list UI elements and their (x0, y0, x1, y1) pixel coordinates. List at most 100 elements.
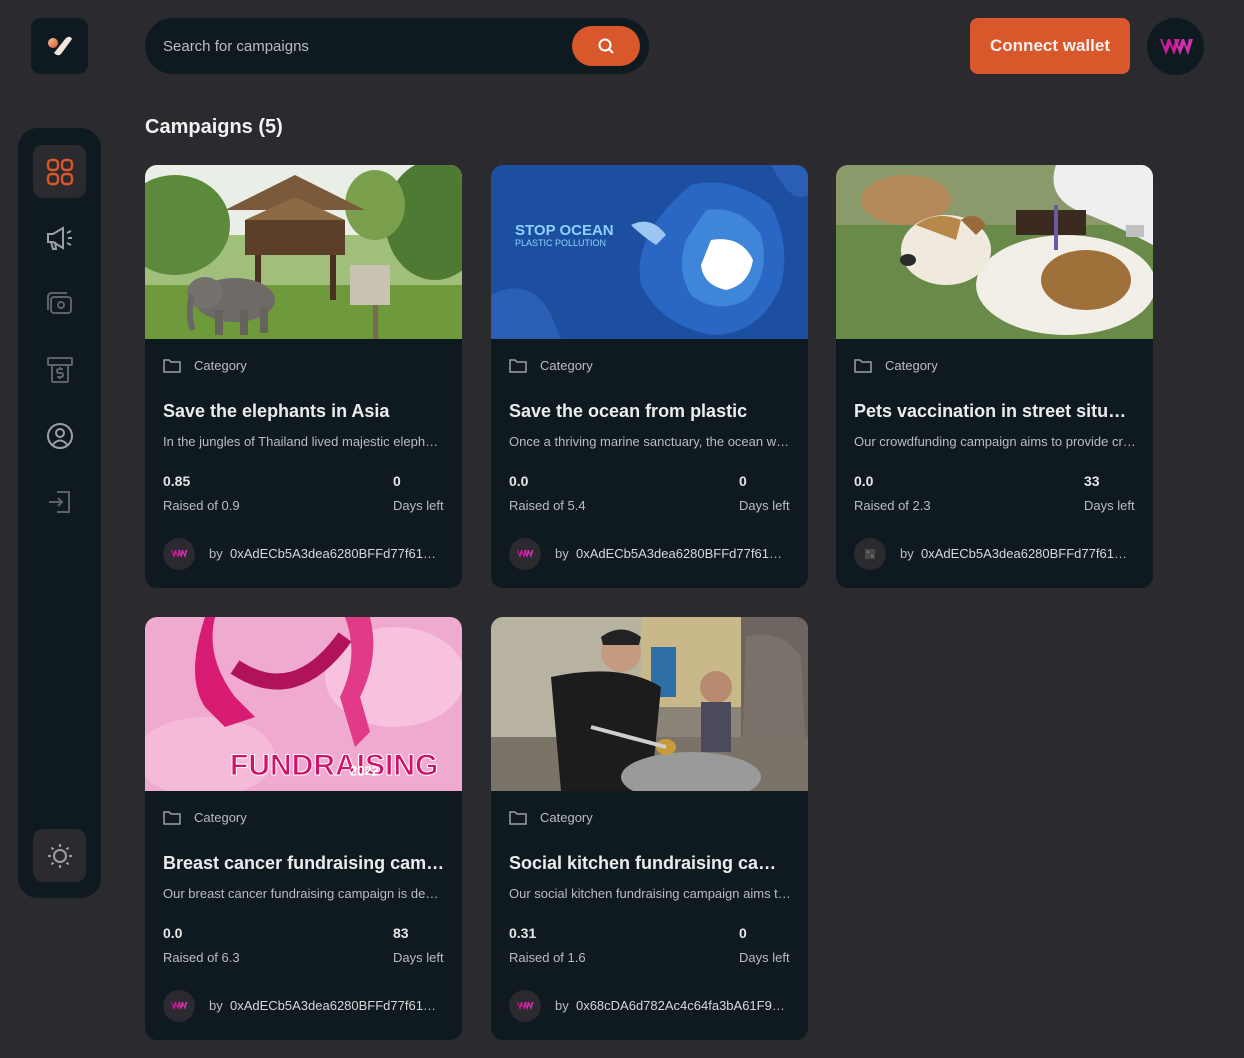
user-icon (46, 422, 73, 449)
campaign-card[interactable]: Category Pets vaccination in street situ… (836, 165, 1153, 588)
folder-icon (509, 811, 527, 825)
search-icon (598, 38, 614, 54)
svg-text:PLASTIC POLLUTION: PLASTIC POLLUTION (515, 238, 606, 248)
megaphone-icon (46, 225, 72, 250)
days-left-label: Days left (739, 950, 790, 965)
category-label: Category (885, 358, 938, 373)
raised-target: Raised of 6.3 (163, 950, 240, 965)
owner-avatar-icon (171, 550, 188, 558)
app-logo[interactable] (31, 18, 88, 74)
owner-avatar (163, 990, 195, 1022)
campaign-description: Our breast cancer fundraising campaign i… (163, 886, 445, 901)
sidebar-item-payment[interactable] (33, 277, 86, 330)
days-left-count: 0 (739, 925, 747, 941)
raised-amount: 0.0 (509, 473, 529, 489)
logo-icon (47, 36, 72, 56)
campaign-owner: by 0xAdECb5A3dea6280BFFd77f61C0e3a1f29D5… (900, 546, 1136, 561)
sidebar-item-profile[interactable] (33, 409, 86, 462)
sidebar (18, 128, 101, 898)
user-avatar-icon (1159, 38, 1193, 55)
campaign-image (491, 617, 808, 791)
svg-text:STOP OCEAN: STOP OCEAN (515, 222, 614, 239)
raised-amount: 0.0 (854, 473, 874, 489)
campaign-description: In the jungles of Thailand lived majesti… (163, 434, 445, 449)
profile-avatar[interactable] (1147, 18, 1204, 75)
owner-by-label: by (209, 998, 223, 1013)
category-label: Category (540, 358, 593, 373)
category-row: Category (163, 358, 247, 373)
days-left-count: 0 (739, 473, 747, 489)
dollar-icon (46, 356, 73, 383)
owner-avatar-icon (865, 549, 875, 559)
days-left-label: Days left (393, 950, 444, 965)
owner-by-label: by (900, 546, 914, 561)
raised-target: Raised of 5.4 (509, 498, 586, 513)
campaign-card[interactable]: Category Social kitchen fundraising camp… (491, 617, 808, 1040)
days-left-label: Days left (393, 498, 444, 513)
folder-icon (854, 359, 872, 373)
owner-avatar-icon (517, 550, 534, 558)
search-button[interactable] (572, 26, 640, 66)
campaign-title: Breast cancer fundraising campaign (163, 853, 445, 873)
owner-avatar (854, 538, 886, 570)
page-title: Campaigns (5) (145, 116, 283, 138)
folder-icon (163, 811, 181, 825)
owner-avatar (509, 538, 541, 570)
raised-amount: 0.31 (509, 925, 537, 941)
folder-icon (163, 359, 181, 373)
owner-by-label: by (555, 998, 569, 1013)
campaign-description: Once a thriving marine sanctuary, the oc… (509, 434, 791, 449)
owner-avatar (509, 990, 541, 1022)
owner-address: 0xAdECb5A3dea6280BFFd77f61C0e3a1f29D5e7f… (920, 546, 1136, 561)
owner-address: 0xAdECb5A3dea6280BFFd77f61C0e3a1f29D5e7f… (229, 998, 445, 1013)
campaign-card[interactable]: STOP OCEAN PLASTIC POLLUTION Category Sa… (491, 165, 808, 588)
category-label: Category (194, 810, 247, 825)
campaign-card[interactable]: Category Save the elephants in Asia In t… (145, 165, 462, 588)
search-bar (145, 18, 649, 74)
sidebar-item-logout[interactable] (33, 475, 86, 528)
svg-text:2022: 2022 (350, 763, 379, 778)
campaign-card[interactable]: FUNDRAISING 2022 Category Breast cancer … (145, 617, 462, 1040)
days-left-label: Days left (1084, 498, 1135, 513)
wallet-icon (46, 291, 72, 314)
campaign-image (836, 165, 1153, 339)
owner-by-label: by (555, 546, 569, 561)
owner-avatar-icon (171, 1002, 188, 1010)
sun-icon (47, 843, 72, 868)
sidebar-item-withdraw[interactable] (33, 343, 86, 396)
campaign-description: Our social kitchen fundraising campaign … (509, 886, 791, 901)
category-row: Category (509, 810, 593, 825)
owner-avatar-icon (517, 1002, 534, 1010)
campaign-title: Save the elephants in Asia (163, 401, 390, 421)
svg-text:FUNDRAISING: FUNDRAISING (230, 749, 438, 782)
raised-target: Raised of 0.9 (163, 498, 240, 513)
sidebar-item-dashboard[interactable] (33, 145, 86, 198)
category-row: Category (163, 810, 247, 825)
logout-icon (48, 490, 70, 513)
category-row: Category (854, 358, 938, 373)
campaign-title: Save the ocean from plastic (509, 401, 748, 421)
campaign-owner: by 0xAdECb5A3dea6280BFFd77f61C0e3a1f29D5… (555, 546, 791, 561)
raised-target: Raised of 1.6 (509, 950, 586, 965)
sidebar-item-campaign[interactable] (33, 211, 86, 264)
campaign-image: STOP OCEAN PLASTIC POLLUTION (491, 165, 808, 339)
raised-amount: 0.85 (163, 473, 191, 489)
campaign-title: Social kitchen fundraising campaign (509, 853, 791, 873)
campaign-owner: by 0x68cDA6d782Ac4c64fa3bA61F9A2c1D4e8B7… (555, 998, 791, 1013)
folder-icon (509, 359, 527, 373)
campaign-image: FUNDRAISING 2022 (145, 617, 462, 791)
days-left-count: 33 (1084, 473, 1100, 489)
raised-amount: 0.0 (163, 925, 183, 941)
owner-by-label: by (209, 546, 223, 561)
category-label: Category (194, 358, 247, 373)
owner-address: 0xAdECb5A3dea6280BFFd77f61C0e3a1f29D5e7f… (575, 546, 791, 561)
campaign-title: Pets vaccination in street situations (854, 401, 1136, 421)
connect-wallet-button[interactable]: Connect wallet (970, 18, 1130, 74)
owner-avatar (163, 538, 195, 570)
days-left-count: 83 (393, 925, 409, 941)
search-input[interactable] (163, 32, 563, 60)
owner-address: 0x68cDA6d782Ac4c64fa3bA61F9A2c1D4e8B7f6c… (575, 998, 791, 1013)
campaign-owner: by 0xAdECb5A3dea6280BFFd77f61C0e3a1f29D5… (209, 546, 445, 561)
campaign-image (145, 165, 462, 339)
theme-toggle-button[interactable] (33, 829, 86, 882)
